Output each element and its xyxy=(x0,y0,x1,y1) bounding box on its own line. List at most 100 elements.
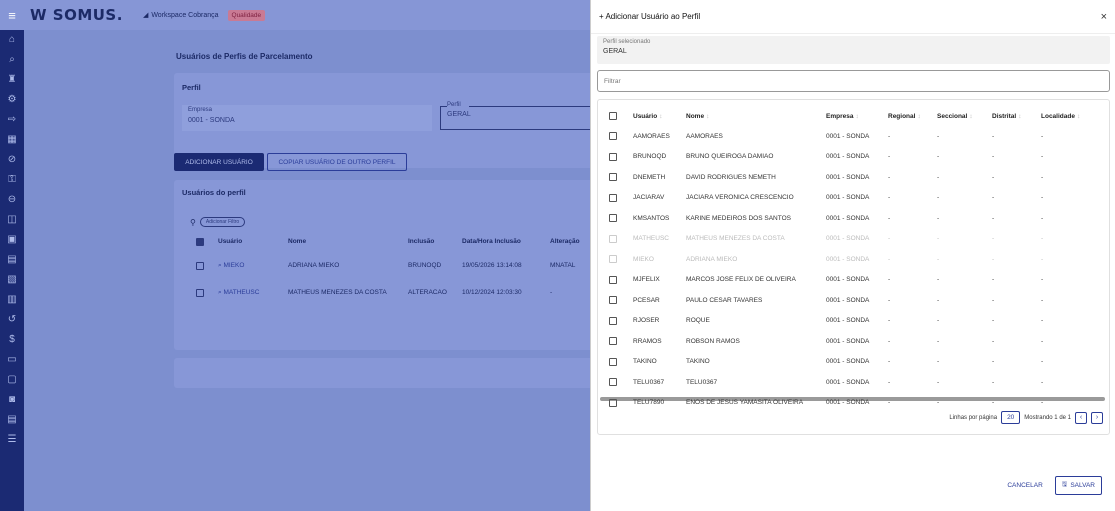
cell-usuario: DNEMETH xyxy=(633,173,666,181)
menu-icon[interactable]: ≡ xyxy=(0,8,24,23)
users-card: Usuários do perfil ⚲ Adicionar Filtro Us… xyxy=(174,180,594,350)
table-row[interactable]: TELU0367 TELU0367 0001 - SONDA - - - - xyxy=(598,372,1109,392)
col-nome[interactable]: Nome ↕ xyxy=(686,113,709,120)
col-nome[interactable]: Nome xyxy=(288,238,306,245)
col-inclusao[interactable]: Inclusão xyxy=(408,238,434,245)
row-checkbox[interactable] xyxy=(609,214,617,222)
empresa-label: Empresa xyxy=(188,107,213,113)
block-icon[interactable]: ⊖ xyxy=(0,190,24,210)
cell-usuario: PCESAR xyxy=(633,296,660,304)
row-checkbox[interactable] xyxy=(609,173,617,181)
add-user-button[interactable]: ADICIONAR USUÁRIO xyxy=(174,153,264,171)
add-user-modal: + Adicionar Usuário ao Perfil × Perfil s… xyxy=(590,0,1115,511)
row-checkbox[interactable] xyxy=(609,275,617,284)
key-icon[interactable]: ⚿ xyxy=(0,170,24,190)
row-checkbox[interactable] xyxy=(609,378,617,386)
chat-icon[interactable]: ◫ xyxy=(0,210,24,230)
table-row[interactable]: MIEKO ADRIANA MIEKO 0001 - SONDA - - - - xyxy=(598,249,1109,269)
row-checkbox[interactable] xyxy=(609,152,617,161)
user-link[interactable]: ⌕ MIEKO xyxy=(218,262,244,270)
user-link[interactable]: ⌕ MATHEUSC xyxy=(218,289,259,297)
search-icon[interactable]: ⌕ xyxy=(0,50,24,70)
table-row[interactable]: PCESAR PAULO CESAR TAVARES 0001 - SONDA - - -… xyxy=(598,290,1109,310)
gear-icon[interactable]: ⚙ xyxy=(0,90,24,110)
cell-nome: AAMORAES xyxy=(686,132,723,140)
workspace-indicator[interactable]: ◢ Workspace Cobrança Qualidade xyxy=(143,9,266,21)
add-filter-chip[interactable]: Adicionar Filtro xyxy=(199,217,246,227)
col-data-hora[interactable]: Data/Hora Inclusão xyxy=(462,238,521,245)
calendar-alt-icon[interactable]: ▢ xyxy=(0,370,24,390)
calendar-icon[interactable]: ▣ xyxy=(0,230,24,250)
rows-per-page-select[interactable]: 20 xyxy=(1001,411,1021,424)
row-checkbox[interactable] xyxy=(196,289,204,297)
col-localidade[interactable]: Localidade ↕ xyxy=(1041,113,1080,120)
table-row[interactable]: TELU7890 ENOS DE JESUS YAMASITA OLIVEIRA 0… xyxy=(598,393,1109,413)
filter-input[interactable]: Filtrar xyxy=(597,70,1110,92)
cell-localidade: - xyxy=(1041,378,1044,386)
grid-icon[interactable]: ▦ xyxy=(0,130,24,150)
perfil-field[interactable]: Perfil GERAL xyxy=(440,102,600,130)
cell-seccional: - xyxy=(937,255,940,263)
row-checkbox[interactable] xyxy=(609,132,617,140)
table-row[interactable]: AAMORAES AAMORAES 0001 - SONDA - - - - xyxy=(598,126,1109,146)
next-page-button[interactable]: › xyxy=(1091,411,1103,424)
row-checkbox[interactable] xyxy=(609,398,617,407)
row-checkbox[interactable] xyxy=(609,357,617,366)
close-icon[interactable]: × xyxy=(1101,11,1107,23)
cancel-button[interactable]: CANCELAR xyxy=(1007,482,1042,489)
footer-card xyxy=(174,358,594,388)
row-checkbox[interactable] xyxy=(609,316,617,325)
col-usuario[interactable]: Usuário ↕ xyxy=(633,113,662,120)
save-button[interactable]: 🖫 SALVAR xyxy=(1054,476,1102,495)
history-icon[interactable]: ↺ xyxy=(0,310,24,330)
document-icon[interactable]: ▥ xyxy=(0,290,24,310)
home-icon[interactable]: ⌂ xyxy=(0,30,24,50)
row-checkbox[interactable] xyxy=(609,193,617,202)
col-regional[interactable]: Regional ↕ xyxy=(888,113,921,120)
col-usuario[interactable]: Usuário xyxy=(218,238,242,245)
col-alteracao[interactable]: Alteração xyxy=(550,238,580,245)
table-row[interactable]: TAKINO TAKINO 0001 - SONDA - - - - xyxy=(598,352,1109,372)
col-empresa[interactable]: Empresa ↕ xyxy=(826,113,859,120)
cell-usuario: TELU7890 xyxy=(633,399,665,406)
report-icon[interactable]: ▤ xyxy=(0,410,24,430)
table-row[interactable]: MATHEUSC MATHEUS MENEZES DA COSTA 0001 - S… xyxy=(598,229,1109,249)
id-card-icon[interactable]: ▭ xyxy=(0,350,24,370)
building-icon[interactable]: ▤ xyxy=(0,250,24,270)
table-row[interactable]: KMSANTOS KARINE MEDEIROS DOS SANTOS 0001 -… xyxy=(598,208,1109,228)
copy-user-button[interactable]: COPIAR USUÁRIO DE OUTRO PERFIL xyxy=(267,153,407,171)
cell-nome: MARCOS JOSE FELIX DE OLIVEIRA xyxy=(686,276,796,283)
select-all-checkbox[interactable] xyxy=(609,112,617,120)
table-row[interactable]: RRAMOS ROBSON RAMOS 0001 - SONDA - - - - xyxy=(598,331,1109,351)
col-distrital[interactable]: Distrital ↕ xyxy=(992,113,1021,120)
cell-usuario: KMSANTOS xyxy=(633,214,670,222)
col-seccional[interactable]: Seccional ↕ xyxy=(937,113,973,120)
dollar-icon[interactable]: $ xyxy=(0,330,24,350)
table-row[interactable]: RJOSER ROQUE 0001 - SONDA - - - - xyxy=(598,311,1109,331)
cell-regional: - xyxy=(888,276,891,283)
cell-nome: ADRIANA MIEKO xyxy=(288,262,340,269)
row-checkbox[interactable] xyxy=(609,337,617,345)
list-icon[interactable]: ☰ xyxy=(0,430,24,450)
row-checkbox[interactable] xyxy=(609,296,617,304)
table-row[interactable]: ⌕ MIEKO ADRIANA MIEKO BRUNOQD 19/05/2026… xyxy=(196,260,594,274)
showing-label: Mostrando 1 de 1 xyxy=(1024,414,1071,421)
image-icon[interactable]: ▧ xyxy=(0,270,24,290)
money-icon[interactable]: ◙ xyxy=(0,390,24,410)
table-row[interactable]: DNEMETH DAVID RODRIGUES NEMETH 0001 - SOND… xyxy=(598,167,1109,187)
select-all-checkbox[interactable] xyxy=(196,238,204,246)
row-checkbox[interactable] xyxy=(196,262,204,270)
hide-icon[interactable]: ⊘ xyxy=(0,150,24,170)
table-row[interactable]: MJFELIX MARCOS JOSE FELIX DE OLIVEIRA 0001… xyxy=(598,270,1109,290)
perfil-selected-value: GERAL xyxy=(603,48,627,55)
users-icon[interactable]: ♜ xyxy=(0,70,24,90)
prev-page-button[interactable]: ‹ xyxy=(1075,411,1087,424)
filter-icon[interactable]: ⚲ xyxy=(190,218,196,227)
row-checkbox[interactable] xyxy=(609,234,617,243)
row-checkbox[interactable] xyxy=(609,255,617,263)
table-row[interactable]: JACIARAV JACIARA VERONICA CRESCENCIO 0001 … xyxy=(598,188,1109,208)
arrow-right-icon[interactable]: ⇨ xyxy=(0,110,24,130)
table-row[interactable]: ⌕ MATHEUSC MATHEUS MENEZES DA COSTA ALTE… xyxy=(196,287,594,301)
cell-seccional: - xyxy=(937,296,940,304)
table-row[interactable]: BRUNOQD BRUNO QUEIROGA DAMIAO 0001 - SONDA… xyxy=(598,147,1109,167)
